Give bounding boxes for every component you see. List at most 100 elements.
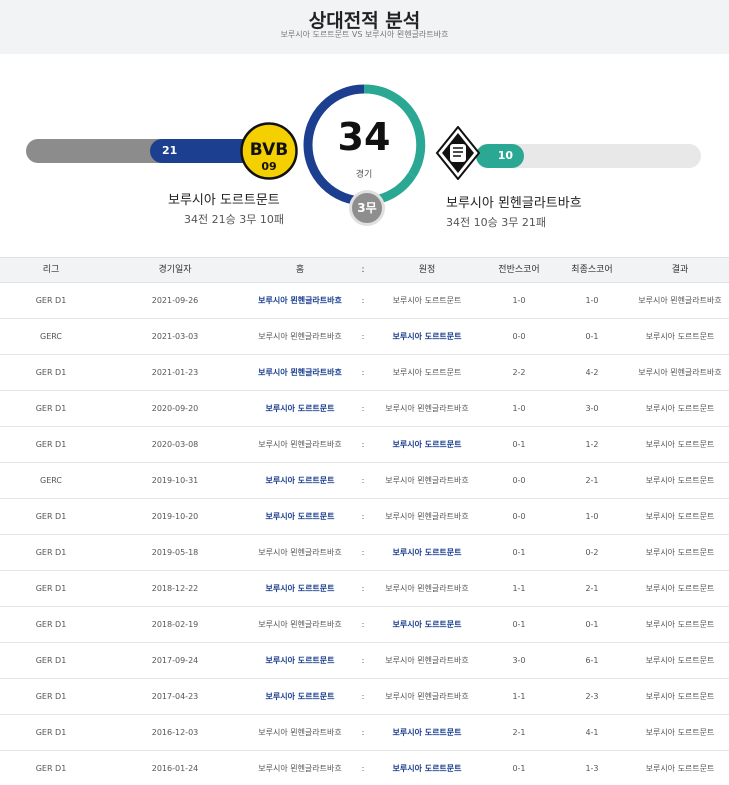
table-body: GER D1 2021-09-26 보루시아 묀헨글라트바흐: 보루시아 도르트문트 1… [0,283,729,785]
home-team-cell: 보루시아 묀헨글라트바흐 [258,295,342,305]
league-cell: GER D1 [35,295,67,305]
date-cell: 2020-03-08 [151,439,199,449]
final-score-cell: 1-3 [585,763,599,773]
total-games-label: 경기 [355,170,373,180]
half-score-cell: 1-0 [512,403,526,413]
home-team-cell: 보루시아 묀헨글라트바흐 [258,367,342,377]
table-row: GERC 2021-03-03 보루시아 묀헨글라트바흐: 보루시아 도르트문트 0-0… [0,319,729,355]
separator-cell: : [361,295,365,305]
half-score-cell: 2-2 [512,367,526,377]
away-team-cell: 보루시아 묀헨글라트바흐 [385,655,469,665]
home-team-cell: 보루시아 묀헨글라트바흐 [258,727,342,737]
home-team-cell: 보루시아 도르트문트 [265,511,335,521]
separator-cell: : [361,475,365,485]
home-team-cell: 보루시아 도르트문트 [265,475,335,485]
half-score-cell: 2-1 [512,727,526,737]
away-team-record: 34전 10승 3무 21패 [446,216,546,229]
final-score-cell: 4-2 [585,367,599,377]
away-team-cell: 보루시아 도르트문트 [392,547,462,557]
header-half-score: 전반스코어 [498,264,540,275]
half-score-cell: 0-0 [512,511,526,521]
final-score-cell: 2-1 [585,475,599,485]
final-score-cell: 1-0 [585,511,599,521]
league-cell: GER D1 [35,691,67,701]
league-cell: GER D1 [35,655,67,665]
header-away: 원정 [418,264,436,275]
date-cell: 2016-01-24 [151,763,199,773]
date-cell: 2021-09-26 [151,295,199,305]
home-team-cell: 보루시아 도르트문트 [265,583,335,593]
away-team-cell: 보루시아 묀헨글라트바흐 [385,403,469,413]
result-cell: 보루시아 도르트문트 [645,727,715,737]
separator-cell: : [361,763,365,773]
away-team-cell: 보루시아 묀헨글라트바흐 [385,475,469,485]
separator-cell: : [361,511,365,521]
date-cell: 2018-12-22 [151,583,199,593]
home-team-cell: 보루시아 묀헨글라트바흐 [258,547,342,557]
result-cell: 보루시아 도르트문트 [645,619,715,629]
table-row: GER D1 2019-10-20 보루시아 도르트문트: 보루시아 묀헨글라트바흐 0… [0,499,729,535]
bvb-crest-icon: BVB 09 [240,122,298,180]
result-cell: 보루시아 도르트문트 [645,547,715,557]
table-header: 리그 경기일자 홈 : 원정 전반스코어 최종스코어 결과 [0,257,729,283]
separator-cell: : [361,691,365,701]
away-team-cell: 보루시아 도르트문트 [392,295,462,305]
league-cell: GER D1 [35,511,67,521]
away-team-name: 보루시아 묀헨글라트바흐 [446,196,582,211]
separator-cell: : [361,439,365,449]
away-team-cell: 보루시아 도르트문트 [392,439,462,449]
home-team-cell: 보루시아 도르트문트 [265,655,335,665]
half-score-cell: 0-1 [512,763,526,773]
total-games-display: 34 경기 [302,83,426,207]
away-team-cell: 보루시아 묀헨글라트바흐 [385,511,469,521]
date-cell: 2019-05-18 [151,547,199,557]
separator-cell: : [361,547,365,557]
league-cell: GER D1 [35,619,67,629]
date-cell: 2019-10-31 [151,475,199,485]
half-score-cell: 0-0 [512,331,526,341]
result-cell: 보루시아 도르트문트 [645,511,715,521]
final-score-cell: 0-1 [585,619,599,629]
league-cell: GER D1 [35,727,67,737]
table-row: GER D1 2016-12-03 보루시아 묀헨글라트바흐: 보루시아 도르트문트 2… [0,715,729,751]
table-row: GER D1 2020-09-20 보루시아 도르트문트: 보루시아 묀헨글라트바흐 1… [0,391,729,427]
date-cell: 2021-03-03 [151,331,199,341]
table-row: GER D1 2020-03-08 보루시아 묀헨글라트바흐: 보루시아 도르트문트 0… [0,427,729,463]
result-cell: 보루시아 도르트문트 [645,583,715,593]
table-row: GER D1 2018-12-22 보루시아 도르트문트: 보루시아 묀헨글라트바흐 1… [0,571,729,607]
away-team-cell: 보루시아 도르트문트 [392,367,462,377]
header-final-score: 최종스코어 [571,264,613,275]
final-score-cell: 0-2 [585,547,599,557]
league-cell: GER D1 [35,763,67,773]
home-team-cell: 보루시아 묀헨글라트바흐 [258,439,342,449]
separator-cell: : [361,655,365,665]
date-cell: 2021-01-23 [151,367,199,377]
league-cell: GER D1 [35,367,67,377]
league-cell: GERC [40,331,62,341]
result-cell: 보루시아 도르트문트 [645,439,715,449]
home-wins-bar: 21 [150,139,254,163]
svg-text:09: 09 [261,160,276,173]
separator-cell: : [361,583,365,593]
draws-badge: 3무 [349,190,385,226]
away-team-cell: 보루시아 묀헨글라트바흐 [385,583,469,593]
table-row: GER D1 2019-05-18 보루시아 묀헨글라트바흐: 보루시아 도르트문트 0… [0,535,729,571]
home-team-record: 34전 21승 3무 10패 [184,213,284,226]
half-score-cell: 0-1 [512,619,526,629]
home-team-cell: 보루시아 도르트문트 [265,403,335,413]
final-score-cell: 0-1 [585,331,599,341]
half-score-cell: 0-1 [512,439,526,449]
table-row: GER D1 2017-04-23 보루시아 도르트문트: 보루시아 묀헨글라트바흐 1… [0,679,729,715]
separator-cell: : [361,331,365,341]
away-team-cell: 보루시아 도르트문트 [392,619,462,629]
final-score-cell: 1-2 [585,439,599,449]
match-history-table: 리그 경기일자 홈 : 원정 전반스코어 최종스코어 결과 GER D1 2021… [0,257,729,785]
table-row: GER D1 2017-09-24 보루시아 도르트문트: 보루시아 묀헨글라트바흐 3… [0,643,729,679]
table-row: GER D1 2021-09-26 보루시아 묀헨글라트바흐: 보루시아 도르트문트 1… [0,283,729,319]
date-cell: 2017-04-23 [151,691,199,701]
table-row: GERC 2019-10-31 보루시아 도르트문트: 보루시아 묀헨글라트바흐 0-0… [0,463,729,499]
half-score-cell: 1-0 [512,295,526,305]
separator-cell: : [361,619,365,629]
half-score-cell: 3-0 [512,655,526,665]
home-team-info: 보루시아 도르트문트 34전 21승 3무 10패 [168,189,308,227]
